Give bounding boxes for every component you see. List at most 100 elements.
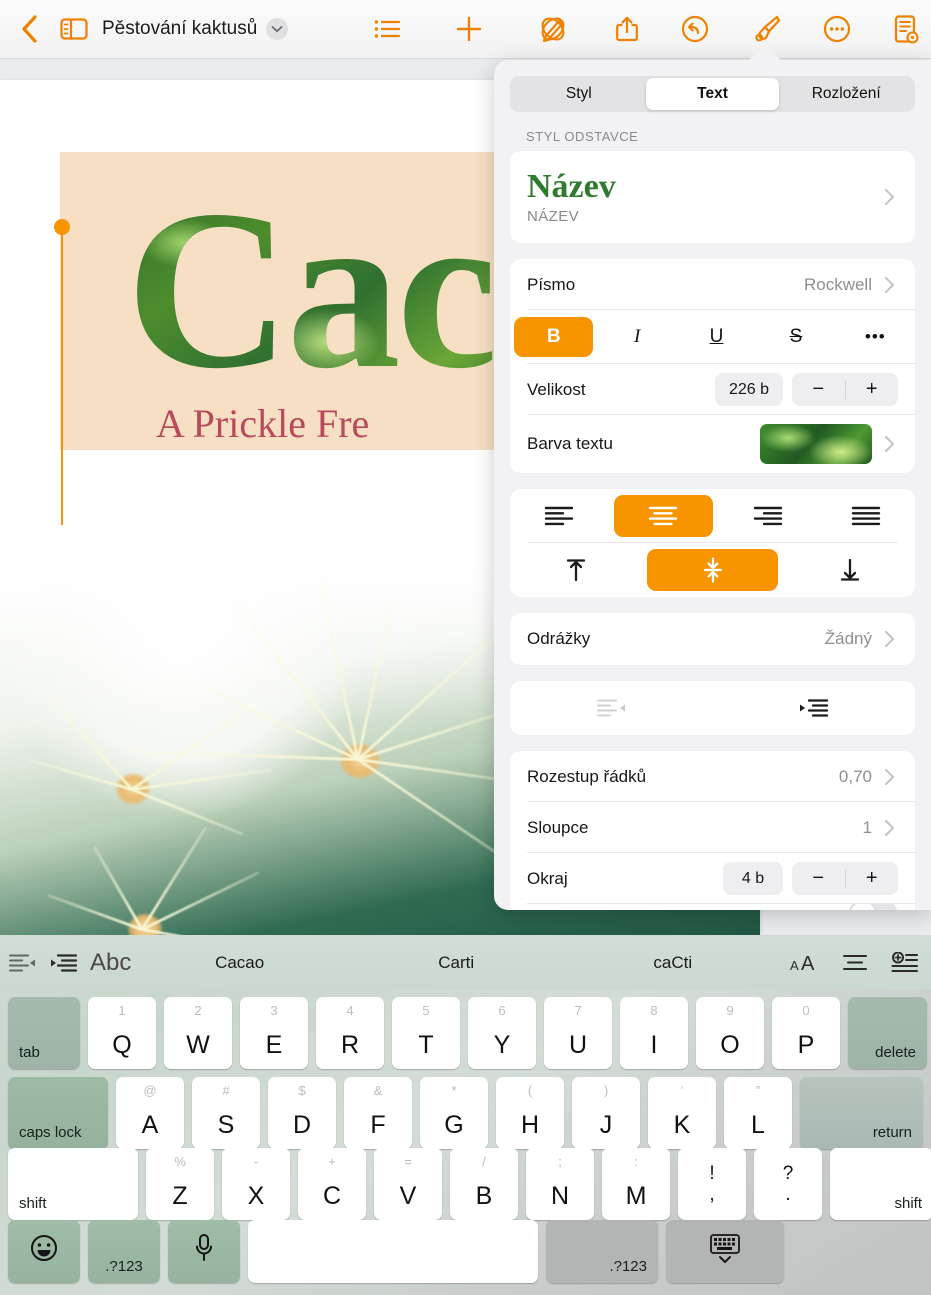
tab-text[interactable]: Text bbox=[645, 78, 780, 110]
key-shift-right[interactable]: shift bbox=[830, 1148, 931, 1220]
key-v[interactable]: = V bbox=[374, 1148, 442, 1220]
key-emoji[interactable] bbox=[8, 1220, 80, 1283]
align-right-button[interactable] bbox=[719, 495, 817, 537]
key-b[interactable]: / B bbox=[450, 1148, 518, 1220]
italic-button[interactable]: I bbox=[597, 317, 676, 357]
underline-button[interactable]: U bbox=[677, 317, 756, 357]
size-value[interactable]: 226 b bbox=[715, 373, 783, 406]
key-s[interactable]: # S bbox=[192, 1077, 260, 1149]
suggestion-2[interactable]: caCti bbox=[564, 953, 781, 973]
key-h[interactable]: (H bbox=[496, 1077, 564, 1149]
format-brush-icon[interactable] bbox=[751, 14, 781, 44]
key-label: N bbox=[550, 1182, 570, 1210]
key-p[interactable]: 0P bbox=[772, 997, 840, 1069]
format-brush-button[interactable] bbox=[751, 14, 781, 44]
indent-icon[interactable] bbox=[44, 953, 84, 973]
text-size-icon[interactable]: A A bbox=[781, 952, 831, 974]
back-icon[interactable] bbox=[6, 14, 52, 44]
selection-handle[interactable] bbox=[54, 219, 70, 235]
size-decrease-button[interactable]: − bbox=[792, 378, 845, 401]
truncated-row-toggle[interactable] bbox=[848, 904, 898, 910]
key-comma[interactable]: ! , bbox=[678, 1148, 746, 1220]
key-return[interactable]: return bbox=[800, 1077, 923, 1149]
text-color-swatch[interactable] bbox=[760, 424, 872, 464]
key-m[interactable]: :M bbox=[602, 1148, 670, 1220]
key-c[interactable]: + C bbox=[298, 1148, 366, 1220]
key-j[interactable]: ) J bbox=[572, 1077, 640, 1149]
more-icon[interactable] bbox=[823, 15, 851, 43]
key-period[interactable]: ? . bbox=[754, 1148, 822, 1220]
paragraph-style-card[interactable]: Název NÁZEV bbox=[510, 151, 915, 243]
key-hide-keyboard[interactable] bbox=[666, 1220, 784, 1283]
key-shift-left[interactable]: shift bbox=[8, 1148, 138, 1220]
truncated-toggle-row[interactable] bbox=[510, 904, 915, 910]
key-r[interactable]: 4R bbox=[316, 997, 384, 1069]
suggestion-0[interactable]: Cacao bbox=[131, 953, 348, 973]
paragraph-style-row[interactable]: Název NÁZEV bbox=[510, 151, 915, 243]
undo-icon[interactable] bbox=[681, 15, 709, 43]
columns-row[interactable]: Sloupce 1 bbox=[510, 802, 915, 853]
key-o[interactable]: 9O bbox=[696, 997, 764, 1069]
key-tab[interactable]: tab bbox=[8, 997, 80, 1069]
share-icon[interactable] bbox=[615, 15, 639, 43]
key-caps-lock[interactable]: caps lock bbox=[8, 1077, 108, 1149]
page-title[interactable]: Pěstování kaktusů bbox=[102, 18, 257, 40]
line-spacing-row[interactable]: Rozestup řádků 0,70 bbox=[510, 751, 915, 802]
abc-label[interactable]: Abc bbox=[90, 949, 131, 977]
key-delete[interactable]: delete bbox=[848, 997, 927, 1069]
tab-styl[interactable]: Styl bbox=[512, 78, 646, 110]
hero-subtitle-text[interactable]: A Prickle Fre bbox=[156, 400, 369, 447]
list-icon[interactable] bbox=[374, 18, 401, 40]
key-y[interactable]: 6Y bbox=[468, 997, 536, 1069]
chevron-down-icon[interactable] bbox=[266, 18, 289, 40]
bold-button[interactable]: B bbox=[514, 317, 594, 357]
key-t[interactable]: 5T bbox=[392, 997, 460, 1069]
key-x[interactable]: -X bbox=[222, 1148, 290, 1220]
key-label: D bbox=[292, 1111, 312, 1139]
bullets-row[interactable]: Odrážky Žádný bbox=[510, 613, 915, 665]
key-i[interactable]: 8I bbox=[620, 997, 688, 1069]
key-z[interactable]: % Z bbox=[146, 1148, 214, 1220]
margin-decrease-button[interactable]: − bbox=[792, 867, 845, 890]
sidebar-toggle-icon[interactable] bbox=[52, 17, 96, 41]
margin-increase-button[interactable]: + bbox=[846, 867, 899, 890]
paragraph-align-icon[interactable] bbox=[831, 953, 879, 973]
key-numbers-left[interactable]: .?123 bbox=[88, 1220, 160, 1283]
align-top-button[interactable] bbox=[510, 549, 641, 591]
align-bottom-button[interactable] bbox=[784, 549, 915, 591]
strikethrough-button[interactable]: S bbox=[756, 317, 835, 357]
key-d[interactable]: $ D bbox=[268, 1077, 336, 1149]
key-dictation[interactable] bbox=[168, 1220, 240, 1283]
key-alt: @ bbox=[143, 1083, 157, 1098]
font-row[interactable]: Písmo Rockwell bbox=[510, 259, 915, 310]
key-u[interactable]: 7U bbox=[544, 997, 612, 1069]
collaborate-icon[interactable] bbox=[538, 14, 568, 44]
align-justify-button[interactable] bbox=[817, 495, 915, 537]
plus-icon[interactable] bbox=[456, 16, 482, 42]
decrease-indent-button[interactable] bbox=[510, 698, 713, 718]
suggestion-1[interactable]: Carti bbox=[348, 953, 565, 973]
outdent-icon[interactable] bbox=[0, 953, 44, 973]
align-center-button[interactable] bbox=[614, 495, 713, 537]
key-e[interactable]: 3E bbox=[240, 997, 308, 1069]
margin-value[interactable]: 4 b bbox=[723, 862, 783, 895]
tab-rozlozeni[interactable]: Rozložení bbox=[779, 78, 913, 110]
key-a[interactable]: @ A bbox=[116, 1077, 184, 1149]
align-left-button[interactable] bbox=[510, 495, 608, 537]
key-numbers-right[interactable]: .?123 bbox=[546, 1220, 658, 1283]
key-space[interactable] bbox=[248, 1220, 538, 1283]
key-f[interactable]: & F bbox=[344, 1077, 412, 1149]
text-color-row[interactable]: Barva textu bbox=[510, 415, 915, 473]
key-n[interactable]: ; N bbox=[526, 1148, 594, 1220]
size-increase-button[interactable]: + bbox=[846, 378, 899, 401]
key-l[interactable]: ” L bbox=[724, 1077, 792, 1149]
more-text-options-button[interactable]: ••• bbox=[836, 317, 915, 357]
increase-indent-button[interactable] bbox=[713, 698, 916, 718]
key-g[interactable]: * G bbox=[420, 1077, 488, 1149]
key-q[interactable]: 1Q bbox=[88, 997, 156, 1069]
document-options-icon[interactable] bbox=[893, 14, 919, 44]
align-middle-button[interactable] bbox=[647, 549, 778, 591]
key-k[interactable]: ’ K bbox=[648, 1077, 716, 1149]
insert-icon[interactable] bbox=[879, 951, 931, 974]
key-w[interactable]: 2W bbox=[164, 997, 232, 1069]
